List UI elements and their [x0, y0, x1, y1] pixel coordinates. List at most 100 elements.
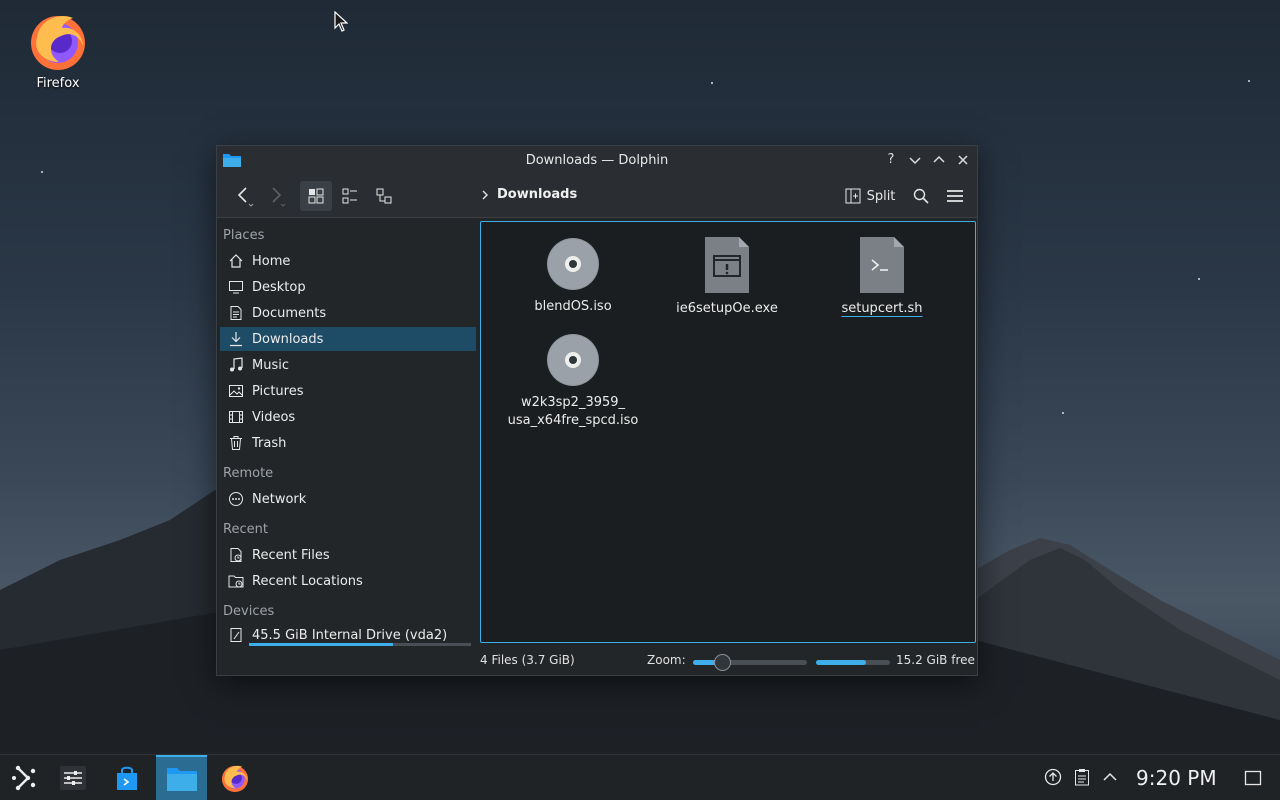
- compact-view-icon: [342, 188, 357, 204]
- shell-script-icon: [860, 237, 904, 293]
- zoom-slider[interactable]: [693, 654, 807, 671]
- pictures-icon: [229, 385, 243, 397]
- desktop-icon-label: Firefox: [36, 76, 80, 91]
- places-item-desktop[interactable]: Desktop: [220, 275, 476, 299]
- clock[interactable]: 9:20 PM: [1136, 766, 1217, 790]
- window-title: Downloads — Dolphin: [525, 153, 669, 168]
- places-item-label: Recent Files: [252, 547, 330, 563]
- status-info: 4 Files (3.7 GiB): [480, 653, 575, 667]
- task-system-settings[interactable]: [48, 755, 98, 800]
- places-item-label: Pictures: [252, 383, 304, 399]
- free-space-bar: [816, 660, 890, 665]
- mouse-cursor: [334, 11, 348, 32]
- back-button[interactable]: [229, 181, 259, 211]
- task-firefox[interactable]: [210, 755, 260, 800]
- places-item-home[interactable]: Home: [220, 249, 476, 273]
- breadcrumb-segment[interactable]: Downloads: [497, 187, 577, 202]
- split-button[interactable]: Split: [841, 181, 899, 211]
- drive-icon: [230, 628, 242, 642]
- updates-icon[interactable]: [1044, 768, 1062, 786]
- maximize-button[interactable]: [931, 152, 947, 168]
- compact-view-button[interactable]: [335, 181, 365, 211]
- places-item-label: Desktop: [252, 279, 306, 295]
- split-view-icon: [845, 188, 861, 204]
- close-button[interactable]: [955, 152, 971, 168]
- desktop-icon-firefox[interactable]: Firefox: [22, 10, 94, 91]
- back-arrow-icon: [237, 187, 254, 207]
- details-view-button[interactable]: [369, 181, 399, 211]
- file-name: ie6setupOe.exe: [676, 301, 778, 316]
- file-item[interactable]: setupcert.sh: [812, 236, 952, 318]
- places-item-documents[interactable]: Documents: [220, 301, 476, 325]
- music-icon: [230, 357, 243, 372]
- file-name: setupcert.sh: [841, 301, 923, 316]
- file-item[interactable]: blendOS.iso: [503, 236, 643, 316]
- section-remote: Remote: [223, 466, 274, 481]
- launcher-icon: [12, 765, 36, 791]
- dolphin-window: Downloads — Dolphin ? Downloads Split Pl…: [216, 145, 978, 676]
- free-space-fill: [816, 660, 867, 665]
- section-recent: Recent: [223, 522, 268, 537]
- places-item-label: Trash: [252, 435, 287, 451]
- places-item-label: Videos: [252, 409, 296, 425]
- desktop-icon: [229, 281, 243, 294]
- task-discover[interactable]: [102, 755, 152, 800]
- forward-button[interactable]: [261, 181, 291, 211]
- forward-arrow-icon: [272, 187, 286, 207]
- zoom-label: Zoom:: [647, 653, 686, 667]
- file-name: blendOS.iso: [534, 299, 612, 314]
- star: [711, 82, 713, 84]
- settings-sliders-icon: [60, 766, 86, 790]
- taskbar: 9:20 PM: [0, 754, 1280, 800]
- disc-image-icon: [547, 334, 599, 386]
- star: [1198, 278, 1200, 280]
- firefox-icon: [221, 765, 249, 793]
- split-label: Split: [866, 188, 896, 204]
- places-panel: Places Home Desktop Documents Downloads …: [217, 219, 479, 646]
- icons-view-button[interactable]: [300, 181, 332, 211]
- zoom-slider-handle[interactable]: [713, 654, 731, 671]
- recent-locations-icon: [228, 575, 244, 588]
- file-view[interactable]: blendOS.iso ie6setupOe.exe setupcert.sh: [480, 221, 976, 643]
- places-item-recent-locations[interactable]: Recent Locations: [220, 569, 476, 593]
- menu-button[interactable]: [941, 181, 969, 211]
- details-view-icon: [376, 188, 392, 204]
- places-item-pictures[interactable]: Pictures: [220, 379, 476, 403]
- recent-files-icon: [230, 548, 242, 562]
- show-desktop-icon[interactable]: [1244, 770, 1262, 786]
- toolbar: Downloads Split: [217, 174, 977, 218]
- free-space-label: 15.2 GiB free: [896, 653, 975, 667]
- section-devices: Devices: [223, 604, 275, 619]
- hamburger-menu-icon: [947, 190, 963, 202]
- status-bar: 4 Files (3.7 GiB) Zoom: 15.2 GiB free: [217, 646, 977, 676]
- home-icon: [229, 254, 243, 268]
- application-launcher-button[interactable]: [0, 755, 50, 800]
- breadcrumb[interactable]: Downloads: [481, 187, 577, 202]
- chevron-up-icon[interactable]: [1102, 771, 1118, 783]
- star: [41, 171, 43, 173]
- file-name-line: usa_x64fre_spcd.iso: [507, 413, 639, 428]
- title-bar[interactable]: Downloads — Dolphin ?: [217, 146, 977, 174]
- file-item[interactable]: ie6setupOe.exe: [657, 236, 797, 318]
- places-item-label: 45.5 GiB Internal Drive (vda2): [252, 627, 448, 643]
- file-item[interactable]: w2k3sp2_3959_ usa_x64fre_spcd.iso: [503, 332, 643, 430]
- search-button[interactable]: [907, 181, 935, 211]
- task-dolphin[interactable]: [156, 755, 207, 800]
- firefox-icon: [31, 16, 85, 70]
- places-item-downloads[interactable]: Downloads: [220, 327, 476, 351]
- grid-view-icon: [308, 188, 324, 204]
- places-item-trash[interactable]: Trash: [220, 431, 476, 455]
- places-item-videos[interactable]: Videos: [220, 405, 476, 429]
- places-item-network[interactable]: Network: [220, 487, 476, 511]
- places-item-music[interactable]: Music: [220, 353, 476, 377]
- executable-icon: [705, 237, 749, 293]
- minimize-button[interactable]: [907, 152, 923, 168]
- places-item-label: Home: [252, 253, 291, 269]
- section-places: Places: [223, 228, 265, 243]
- clipboard-icon[interactable]: [1074, 768, 1090, 786]
- places-item-label: Recent Locations: [252, 573, 363, 589]
- search-icon: [913, 188, 929, 204]
- help-button[interactable]: ?: [883, 152, 899, 168]
- folder-icon: [166, 768, 197, 791]
- places-item-recent-files[interactable]: Recent Files: [220, 543, 476, 567]
